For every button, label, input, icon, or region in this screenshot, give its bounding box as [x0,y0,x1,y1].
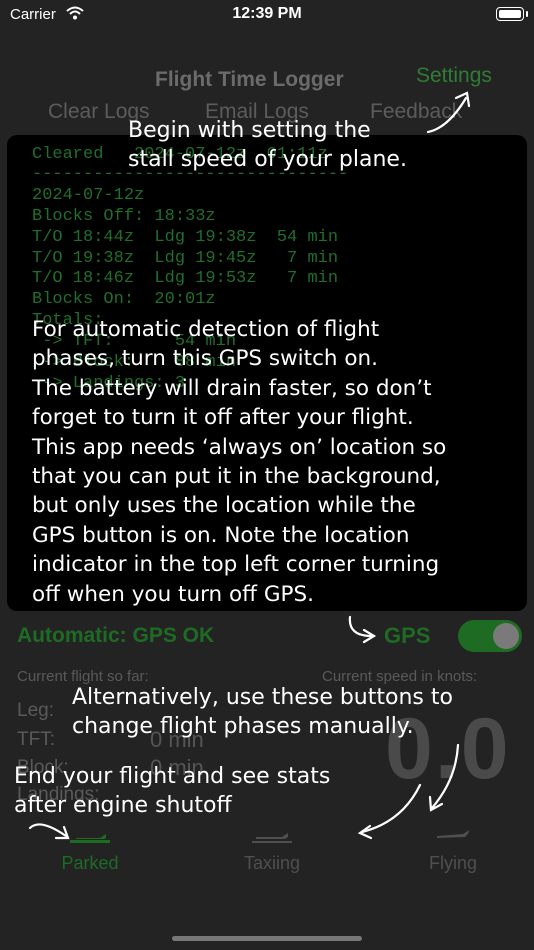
arrow-to-settings-icon [426,91,471,134]
hint-arrows [28,91,471,840]
arrow-to-taxiing-icon [357,783,422,840]
arrow-to-flying-icon [428,743,460,812]
arrow-to-gps-icon [348,615,377,644]
arrow-to-parked-icon [28,823,70,840]
